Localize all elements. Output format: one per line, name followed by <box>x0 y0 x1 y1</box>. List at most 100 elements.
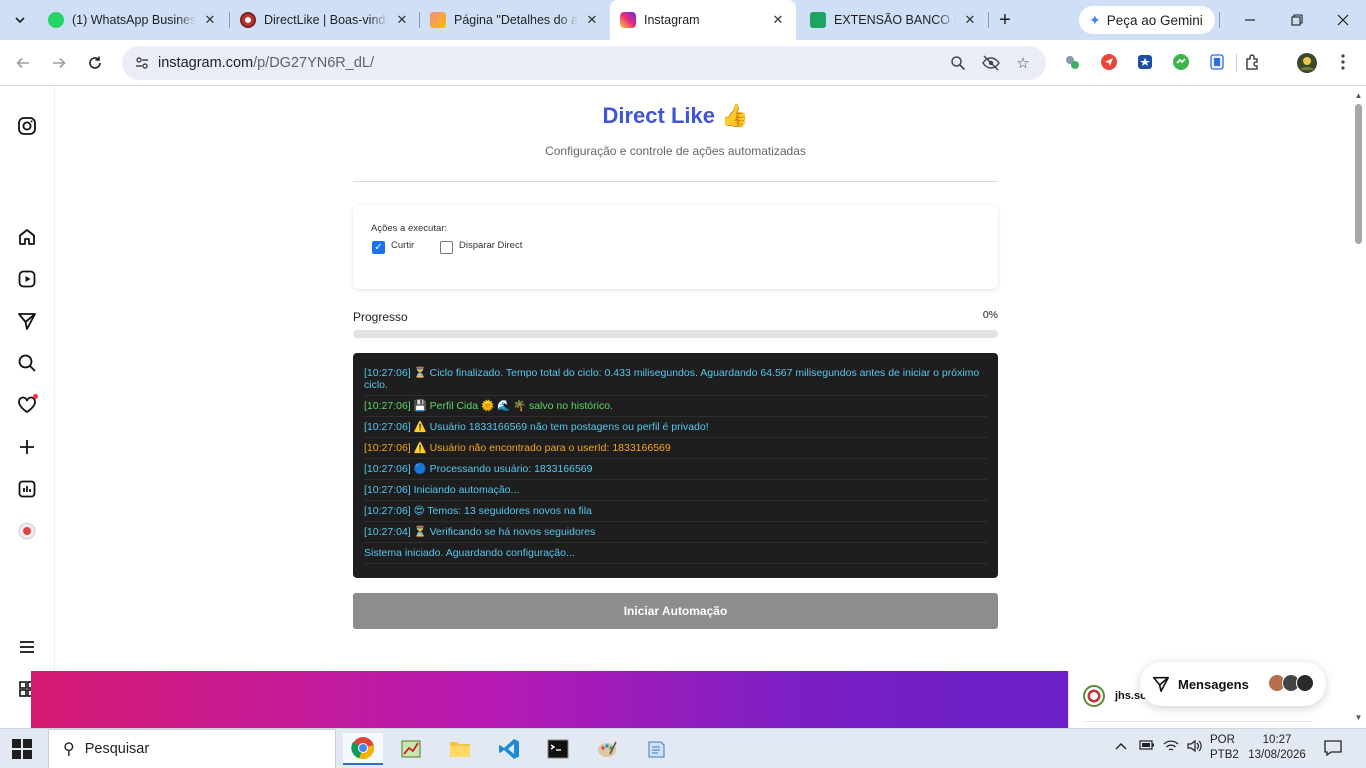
sheets-icon <box>810 12 826 28</box>
toolbar-separator <box>1236 54 1237 72</box>
url-host: instagram.com <box>158 55 254 71</box>
windows-start-icon[interactable] <box>12 739 32 759</box>
dashboard-icon[interactable] <box>15 477 39 501</box>
notepad-icon[interactable] <box>636 733 676 765</box>
clock[interactable]: 10:27 13/08/2026 <box>1247 733 1307 763</box>
log-console: [10:27:06] ⏳ Ciclo finalizado. Tempo tot… <box>353 353 998 578</box>
url-path: /p/DG27YN6R_dL/ <box>253 55 374 71</box>
more-menu-icon[interactable] <box>15 635 39 659</box>
log-line: [10:27:06] 💾 Perfil Cida 🌞 🌊 🌴 salvo no … <box>364 399 987 417</box>
curtir-label: Curtir <box>391 240 415 251</box>
extension-box-icon[interactable] <box>1135 52 1155 72</box>
panel-title: Direct Like 👍 <box>602 103 749 128</box>
log-line: [10:27:06] ⚠️ Usuário não encontrado par… <box>364 441 987 459</box>
close-icon[interactable]: ✕ <box>394 12 410 28</box>
address-bar[interactable]: instagram.com/p/DG27YN6R_dL/ ☆ <box>122 46 1046 80</box>
gemini-button[interactable]: ✦ Peça ao Gemini <box>1079 6 1215 34</box>
instagram-icon <box>620 12 636 28</box>
page-scrollbar[interactable]: ▲ ▼ <box>1351 87 1366 728</box>
close-icon[interactable]: ✕ <box>770 12 786 28</box>
close-icon[interactable]: ✕ <box>962 12 978 28</box>
tab-title: DirectLike | Boas-vindas <box>264 13 388 27</box>
scroll-up-icon[interactable]: ▲ <box>1354 91 1363 100</box>
clock-date: 13/08/2026 <box>1248 749 1306 761</box>
url-text[interactable]: instagram.com/p/DG27YN6R_dL/ <box>158 55 374 71</box>
menu-kebab-icon[interactable] <box>1333 52 1353 72</box>
home-icon[interactable] <box>15 225 39 249</box>
extension-cloud-icon[interactable] <box>1062 52 1082 72</box>
progress-label: Progresso <box>353 310 408 324</box>
tab-separator <box>1219 12 1220 28</box>
close-icon[interactable]: ✕ <box>584 12 600 28</box>
tab-extensao-banco[interactable]: EXTENSÃO BANCO DE ✕ <box>800 4 988 36</box>
taskbar-search-input[interactable]: ⚲ Pesquisar <box>48 729 336 768</box>
browser-toolbar: instagram.com/p/DG27YN6R_dL/ ☆ <box>0 40 1366 86</box>
panel-subtitle: Configuração e controle de ações automat… <box>545 144 806 158</box>
create-plus-icon[interactable] <box>15 435 39 459</box>
progress-bar <box>353 330 998 338</box>
clock-time: 10:27 <box>1262 734 1292 746</box>
zoom-icon[interactable] <box>946 51 970 75</box>
messages-button[interactable]: Mensagens <box>1140 662 1326 706</box>
close-icon[interactable]: ✕ <box>202 12 218 28</box>
whatsapp-icon <box>48 12 64 28</box>
scroll-down-icon[interactable]: ▼ <box>1354 713 1363 722</box>
extensions-puzzle-icon[interactable] <box>1243 52 1263 72</box>
chrome-app-icon[interactable] <box>343 733 383 765</box>
charts-app-icon[interactable] <box>391 733 431 765</box>
reload-icon[interactable] <box>83 51 107 75</box>
extension-chat-icon[interactable] <box>1171 52 1191 72</box>
instagram-sidebar <box>0 87 55 728</box>
suggested-user[interactable]: jhs.so <box>1083 685 1147 707</box>
instagram-logo-icon[interactable] <box>15 114 39 138</box>
tab-title: Página "Detalhes do app" <box>454 13 578 27</box>
log-line: [10:27:06] 😍 Temos: 13 seguidores novos … <box>364 504 987 522</box>
log-line: [10:27:06] 🔵 Processando usuário: 183316… <box>364 462 987 480</box>
notifications-heart-icon[interactable] <box>15 393 39 417</box>
new-tab-plus-icon[interactable]: + <box>993 8 1017 32</box>
notifications-icon[interactable] <box>1324 740 1342 759</box>
search-placeholder: Pesquisar <box>84 741 150 757</box>
profile-avatar[interactable] <box>1296 52 1318 74</box>
reels-icon[interactable] <box>15 267 39 291</box>
tab-title: Instagram <box>644 13 700 27</box>
back-arrow-icon[interactable] <box>11 51 35 75</box>
input-language[interactable]: POR PTB2 <box>1210 733 1239 763</box>
forward-arrow-icon[interactable] <box>47 51 71 75</box>
log-line: [10:27:06] Iniciando automação... <box>364 483 987 501</box>
tab-directlike[interactable]: DirectLike | Boas-vindas ✕ <box>230 4 420 36</box>
vscode-icon[interactable] <box>489 733 529 765</box>
curtir-checkbox[interactable]: ✓ <box>372 241 385 254</box>
terminal-icon[interactable] <box>538 733 578 765</box>
actions-card: Ações a executar: ✓ Curtir Disparar Dire… <box>353 205 998 289</box>
close-window-icon[interactable] <box>1329 6 1357 34</box>
file-explorer-icon[interactable] <box>440 733 480 765</box>
notification-dot <box>33 394 38 399</box>
keyboard-layout: PTB2 <box>1210 749 1239 761</box>
volume-icon[interactable] <box>1186 739 1202 756</box>
tab-app-details[interactable]: Página "Detalhes do app" ✕ <box>420 4 610 36</box>
avatar <box>1083 685 1105 707</box>
extension-send-icon[interactable] <box>1099 52 1119 72</box>
tab-instagram[interactable]: Instagram ✕ <box>610 0 796 40</box>
disparar-direct-checkbox[interactable] <box>440 241 453 254</box>
tab-search-chevron-icon[interactable] <box>8 8 32 32</box>
profile-avatar[interactable] <box>15 519 39 543</box>
restore-icon[interactable] <box>1283 6 1311 34</box>
scroll-thumb[interactable] <box>1355 104 1362 244</box>
chevron-up-icon[interactable] <box>1115 739 1127 754</box>
site-settings-icon[interactable] <box>130 51 154 75</box>
minimize-icon[interactable] <box>1236 6 1264 34</box>
battery-icon[interactable] <box>1139 739 1155 754</box>
star-bookmark-icon[interactable]: ☆ <box>1011 51 1035 75</box>
direct-messages-icon <box>1152 676 1170 693</box>
direct-messages-icon[interactable] <box>15 309 39 333</box>
wifi-icon[interactable] <box>1163 739 1179 756</box>
extension-clipboard-icon[interactable] <box>1207 52 1227 72</box>
eye-off-icon[interactable] <box>979 51 1003 75</box>
directlike-icon <box>240 12 256 28</box>
start-automation-button[interactable]: Iniciar Automação <box>353 593 998 629</box>
paint-icon[interactable] <box>587 733 627 765</box>
tab-whatsapp[interactable]: (1) WhatsApp Business ✕ <box>38 4 228 36</box>
search-icon[interactable] <box>15 351 39 375</box>
